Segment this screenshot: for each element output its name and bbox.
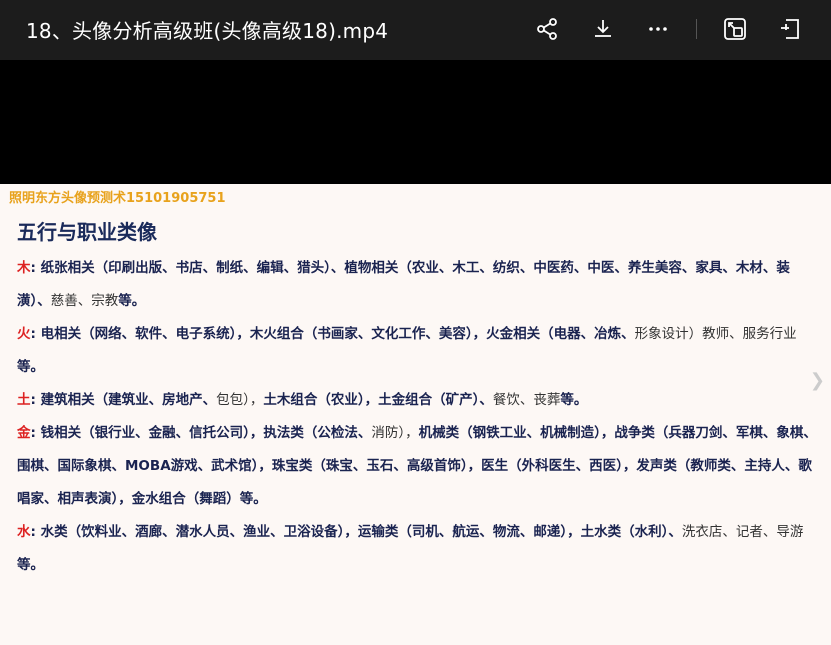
title-bar: 18、头像分析高级班(头像高级18).mp4 — [0, 0, 831, 60]
section-text: 电相关（网络、软件、电子系统），木火组合（书画家、文化工作、美容），火金相关（电… — [40, 326, 635, 342]
element-label: 金 — [17, 425, 31, 441]
section-metal: 金: 钱相关（银行业、金融、信托公司），执法类（公检法、消防），机械类（钢铁工业… — [17, 425, 817, 507]
chevron-right-icon[interactable]: ❯ — [810, 370, 825, 391]
picture-in-picture-icon[interactable] — [720, 14, 750, 44]
section-wood: 木: 纸张相关（印刷出版、书店、制纸、编辑、猎头）、植物相关（农业、木工、纺织、… — [17, 260, 790, 309]
toolbar-divider — [696, 19, 697, 39]
download-icon[interactable] — [588, 14, 618, 44]
share-icon[interactable] — [532, 14, 562, 44]
element-label: 土 — [17, 392, 31, 408]
section-text: 建筑相关（建筑业、房地产、 — [40, 392, 217, 408]
section-text: 钱相关（银行业、金融、信托公司），执法类（公检法、 — [40, 425, 372, 441]
more-icon[interactable] — [643, 14, 673, 44]
section-water: 水: 水类（饮料业、酒廊、潜水人员、渔业、卫浴设备），运输类（司机、航运、物流、… — [17, 524, 804, 573]
video-letterbox — [0, 60, 831, 184]
watermark: 照明东方头像预测术15101905751 — [9, 191, 226, 206]
section-earth: 土: 建筑相关（建筑业、房地产、包包），土木组合（农业），土金组合（矿产）、餐饮… — [17, 392, 588, 408]
video-frame-slide[interactable]: 照明东方头像预测术15101905751 五行与职业类像 木: 纸张相关（印刷出… — [0, 184, 831, 645]
section-text: 水类（饮料业、酒廊、潜水人员、渔业、卫浴设备），运输类（司机、航运、物流、邮递）… — [40, 524, 682, 540]
element-label: 木 — [17, 260, 31, 276]
slide-heading: 五行与职业类像 — [17, 220, 157, 244]
element-label: 水 — [17, 524, 31, 540]
section-fire: 火: 电相关（网络、软件、电子系统），木火组合（书画家、文化工作、美容），火金相… — [17, 326, 797, 375]
element-label: 火 — [17, 326, 31, 342]
video-title: 18、头像分析高级班(头像高级18).mp4 — [26, 19, 389, 43]
fullscreen-exit-icon[interactable] — [775, 14, 805, 44]
